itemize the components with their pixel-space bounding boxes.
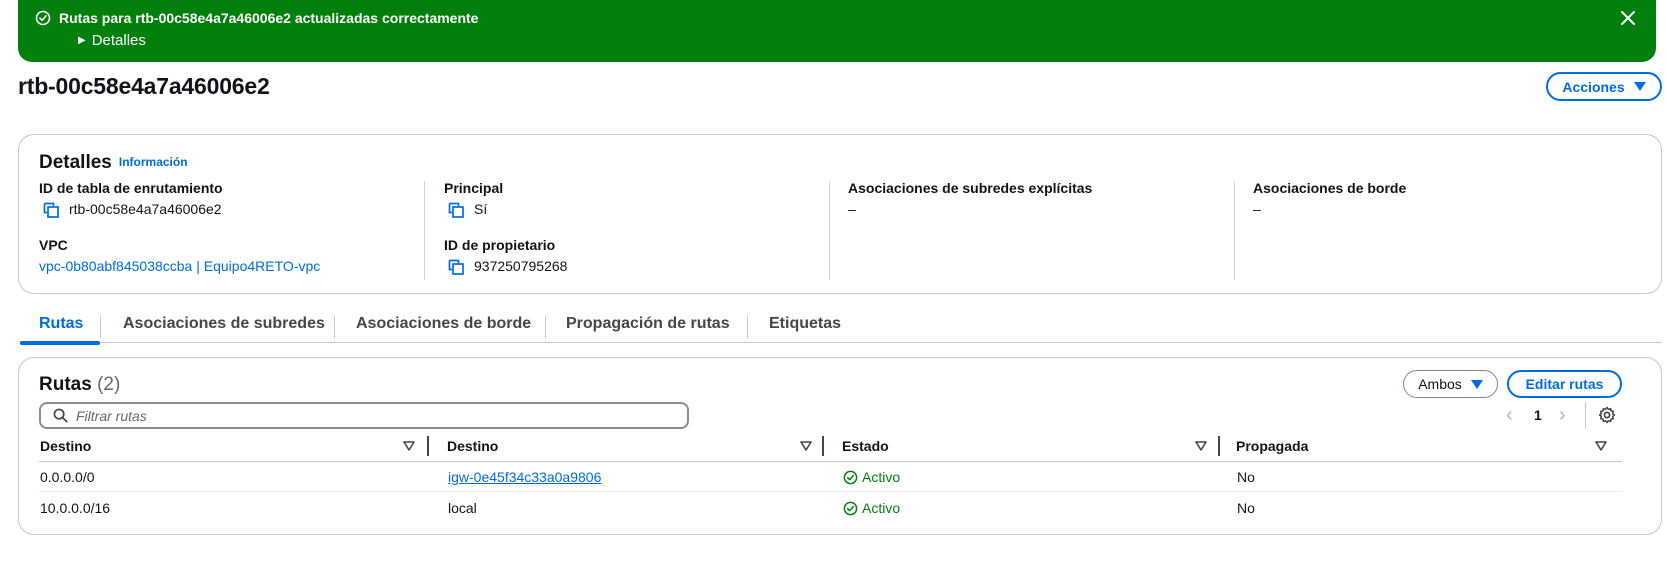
check-circle-icon	[843, 470, 858, 485]
edge-associations-label: Asociaciones de borde	[1253, 180, 1407, 196]
caret-right-icon: ▶	[78, 35, 86, 46]
table-header-divider	[39, 461, 1622, 462]
route-status-label: Activo	[862, 500, 901, 516]
flash-details-toggle[interactable]: ▶ Detalles	[78, 32, 146, 50]
flash-message: Rutas para rtb-00c58e4a7a46006e2 actuali…	[59, 10, 479, 26]
main-label: Principal	[444, 180, 504, 196]
chevron-left-icon[interactable]: ‹	[1506, 405, 1513, 425]
column-resizer[interactable]	[1218, 436, 1220, 456]
route-status-cell: Activo	[843, 500, 900, 517]
subnet-associations-value: –	[848, 201, 856, 217]
owner-id-label: ID de propietario	[444, 237, 556, 253]
column-header-status[interactable]: Estado	[842, 438, 889, 455]
route-destination-cell: 0.0.0.0/0	[40, 469, 95, 485]
tab-subnet-associations[interactable]: Asociaciones de subredes	[123, 313, 325, 343]
chevron-down-icon	[1633, 82, 1646, 91]
details-heading: Detalles Información	[39, 150, 188, 175]
column-header-target[interactable]: Destino	[447, 438, 498, 455]
routes-heading: Rutas (2)	[39, 373, 120, 397]
check-circle-icon	[843, 501, 858, 516]
page-number[interactable]: 1	[1534, 406, 1542, 424]
route-table-id-label: ID de tabla de enrutamiento	[39, 180, 223, 196]
details-title: Detalles	[39, 152, 112, 173]
settings-icon[interactable]	[1598, 406, 1616, 424]
tab-route-propagation[interactable]: Propagación de rutas	[566, 313, 730, 343]
vpc-label: VPC	[39, 237, 68, 253]
edge-associations-value: –	[1253, 201, 1261, 217]
active-tab-indicator	[20, 341, 100, 345]
tab-separator	[100, 316, 101, 338]
column-resizer[interactable]	[822, 436, 824, 456]
tab-separator	[545, 316, 546, 338]
tab-routes[interactable]: Rutas	[39, 313, 83, 343]
copy-icon[interactable]	[43, 202, 59, 218]
route-target-cell: local	[448, 500, 477, 516]
column-divider	[424, 181, 425, 280]
tab-separator	[334, 316, 335, 338]
column-divider	[829, 181, 830, 280]
chevron-right-icon[interactable]: ›	[1559, 405, 1566, 425]
route-propagated-cell: No	[1237, 500, 1255, 516]
tab-bar: Rutas Asociaciones de subredes Asociacio…	[20, 313, 1662, 345]
sort-icon[interactable]	[403, 440, 415, 452]
main-value: Sí	[474, 201, 488, 217]
sort-icon[interactable]	[1595, 440, 1607, 452]
column-header-destination[interactable]: Destino	[40, 438, 91, 455]
row-divider	[39, 491, 1622, 492]
route-destination-cell: 10.0.0.0/16	[40, 500, 111, 516]
success-flash-banner: Rutas para rtb-00c58e4a7a46006e2 actuali…	[18, 0, 1656, 62]
owner-id-value: 937250795268	[474, 258, 568, 274]
route-table-id-value: rtb-00c58e4a7a46006e2	[69, 201, 222, 217]
tab-separator	[747, 316, 748, 338]
info-link[interactable]: Información	[119, 155, 188, 169]
edit-routes-button[interactable]: Editar rutas	[1507, 370, 1622, 398]
sort-icon[interactable]	[1195, 440, 1207, 452]
pager-separator	[1585, 402, 1586, 429]
close-icon[interactable]	[1618, 8, 1638, 28]
tab-edge-associations[interactable]: Asociaciones de borde	[356, 313, 531, 343]
sort-icon[interactable]	[800, 440, 812, 452]
tab-tags[interactable]: Etiquetas	[769, 313, 841, 343]
chevron-down-icon	[1470, 379, 1483, 389]
route-filter-label: Ambos	[1418, 376, 1462, 392]
check-circle-icon	[35, 10, 51, 26]
owner-id-value-row: 937250795268	[444, 258, 567, 275]
actions-button-label: Acciones	[1562, 78, 1625, 95]
actions-button[interactable]: Acciones	[1546, 72, 1662, 101]
filter-routes-field[interactable]	[39, 402, 689, 429]
subnet-associations-label: Asociaciones de subredes explícitas	[848, 180, 1093, 196]
flash-details-label: Detalles	[91, 32, 146, 49]
page-title: rtb-00c58e4a7a46006e2	[18, 73, 270, 99]
route-target-link[interactable]: igw-0e45f34c33a0a9806	[448, 469, 601, 486]
route-status-cell: Activo	[843, 469, 900, 486]
column-divider	[1234, 181, 1235, 280]
search-icon	[53, 408, 68, 423]
vpc-link[interactable]: vpc-0b80abf845038ccba | Equipo4RETO-vpc	[39, 258, 320, 275]
routes-title: Rutas	[39, 374, 92, 395]
main-value-row: Sí	[444, 201, 487, 218]
copy-icon[interactable]	[448, 259, 464, 275]
route-propagated-cell: No	[1237, 469, 1255, 485]
routes-count: (2)	[97, 374, 121, 395]
route-status-label: Activo	[862, 469, 901, 485]
column-header-propagated[interactable]: Propagada	[1236, 438, 1308, 455]
filter-routes-input[interactable]	[76, 407, 656, 424]
route-filter-dropdown[interactable]: Ambos	[1403, 370, 1498, 398]
copy-icon[interactable]	[448, 202, 464, 218]
column-resizer[interactable]	[427, 436, 429, 456]
route-table-id-value-row: rtb-00c58e4a7a46006e2	[39, 201, 222, 218]
